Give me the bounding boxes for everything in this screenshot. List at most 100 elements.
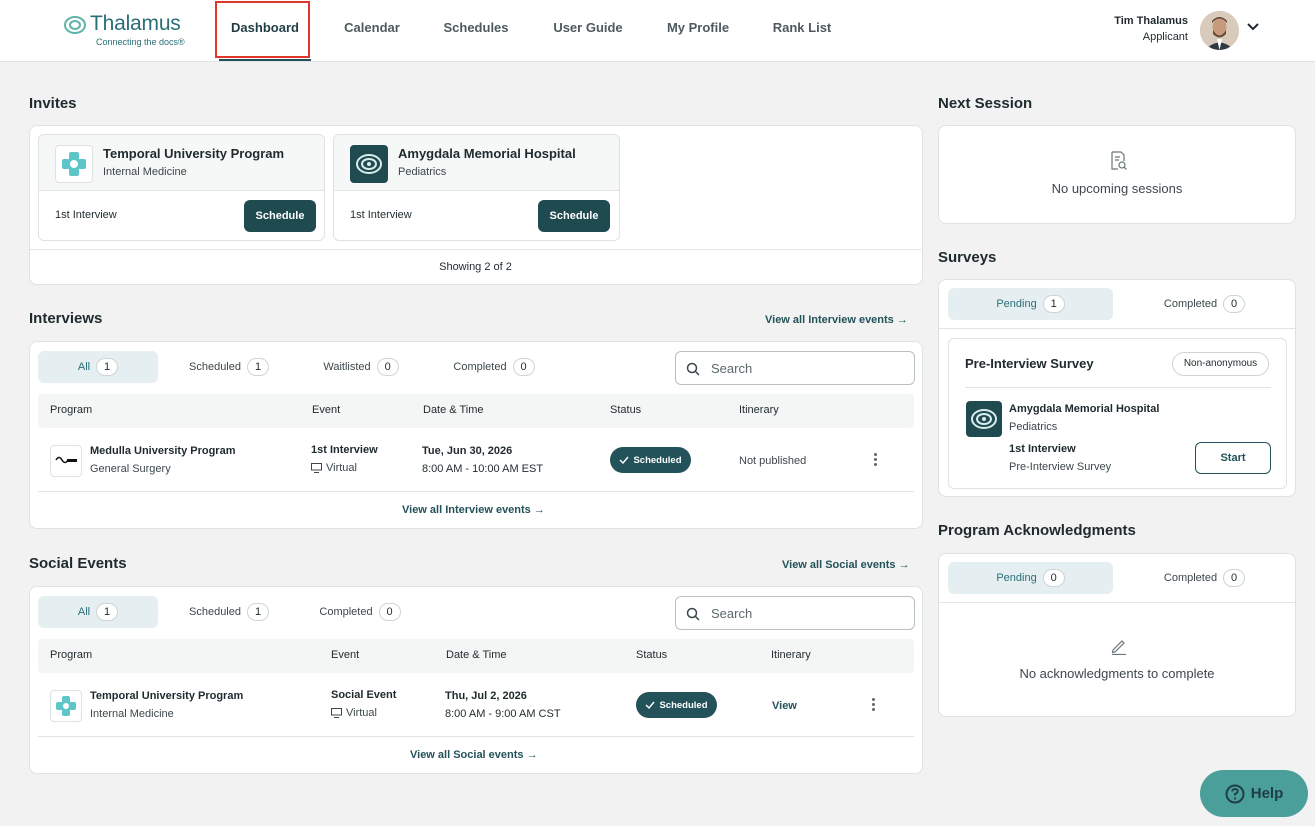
column-date-time: Date & Time bbox=[446, 649, 507, 661]
tab-count: 1 bbox=[96, 358, 119, 376]
thalamus-logo[interactable]: Thalamus Connecting the docs® bbox=[63, 12, 203, 52]
row-time: 8:00 AM - 9:00 AM CST bbox=[445, 708, 561, 720]
tab-count: 0 bbox=[1042, 569, 1065, 587]
chevron-down-icon[interactable] bbox=[1245, 19, 1261, 35]
tab-count: 1 bbox=[247, 603, 269, 621]
column-date-time: Date & Time bbox=[423, 404, 484, 416]
tab-pending[interactable]: Pending 1 bbox=[948, 288, 1113, 320]
schedule-button[interactable]: Schedule bbox=[244, 200, 316, 232]
column-status: Status bbox=[636, 649, 668, 661]
user-role: Applicant bbox=[1142, 31, 1188, 43]
nav-active-underline bbox=[219, 59, 311, 61]
row-specialty: General Surgery bbox=[90, 463, 171, 475]
nav-schedules[interactable]: Schedules bbox=[432, 0, 520, 62]
schedule-button[interactable]: Schedule bbox=[538, 200, 610, 232]
view-all-interviews-link[interactable]: View all Interview events → bbox=[765, 314, 908, 326]
invites-title: Invites bbox=[29, 95, 77, 112]
table-header: Program Event Date & Time Status Itinera… bbox=[38, 639, 914, 673]
tab-label: Scheduled bbox=[189, 361, 241, 373]
survey-name: Pre-Interview Survey bbox=[1009, 461, 1112, 473]
surveys-title: Surveys bbox=[938, 249, 997, 266]
row-itinerary: Not published bbox=[739, 455, 807, 467]
brand-tagline: Connecting the docs® bbox=[96, 37, 185, 47]
row-mode: Virtual bbox=[331, 707, 377, 719]
tab-label: Completed bbox=[319, 606, 373, 618]
column-status: Status bbox=[610, 404, 642, 416]
acknowledgments-card: Pending 0 Completed 0 No acknowledgments… bbox=[938, 553, 1296, 717]
itinerary-view-link[interactable]: View bbox=[772, 700, 797, 712]
tab-completed[interactable]: Completed 0 bbox=[1122, 562, 1287, 594]
tab-count: 1 bbox=[1042, 295, 1065, 313]
tab-all[interactable]: All 1 bbox=[38, 351, 158, 383]
tab-label: Completed bbox=[453, 361, 507, 373]
thalamus-logo-icon bbox=[64, 16, 86, 34]
table-header: Program Event Date & Time Status Itinera… bbox=[38, 394, 914, 428]
help-label: Help bbox=[1250, 785, 1284, 802]
check-icon bbox=[645, 701, 656, 709]
program-logo bbox=[50, 690, 82, 722]
row-divider bbox=[38, 491, 914, 492]
program-logo bbox=[350, 145, 388, 183]
survey-item: Pre-Interview Survey Non-anonymous Amygd… bbox=[948, 338, 1287, 489]
survey-specialty: Pediatrics bbox=[1009, 421, 1058, 433]
row-time: 8:00 AM - 10:00 AM EST bbox=[422, 463, 544, 475]
avatar-image bbox=[1200, 11, 1239, 50]
status-badge: Scheduled bbox=[610, 447, 691, 473]
row-actions-menu-icon[interactable] bbox=[871, 451, 879, 469]
tab-count: 1 bbox=[247, 358, 269, 376]
next-session-title: Next Session bbox=[938, 95, 1033, 112]
check-icon bbox=[619, 456, 630, 464]
view-all-social-bottom-link[interactable]: View all Social events → bbox=[410, 749, 538, 761]
tab-all[interactable]: All 1 bbox=[38, 596, 158, 628]
nav-dashboard[interactable]: Dashboard bbox=[219, 0, 311, 62]
tab-scheduled[interactable]: Scheduled 1 bbox=[174, 351, 284, 383]
view-all-social-link[interactable]: View all Social events → bbox=[782, 559, 910, 571]
medical-cross-icon bbox=[56, 696, 76, 716]
row-program-name: Medulla University Program bbox=[90, 445, 236, 457]
tab-count: 0 bbox=[1223, 569, 1246, 587]
document-search-icon bbox=[1111, 151, 1127, 170]
invites-card: Temporal University Program Internal Med… bbox=[29, 125, 923, 285]
tab-count: 1 bbox=[96, 603, 119, 621]
tab-scheduled[interactable]: Scheduled 1 bbox=[174, 596, 284, 628]
surveys-card: Pending 1 Completed 0 Pre-Interview Surv… bbox=[938, 279, 1296, 497]
nav-user-guide[interactable]: User Guide bbox=[540, 0, 636, 62]
brain-swirl-icon bbox=[971, 409, 997, 429]
column-itinerary: Itinerary bbox=[771, 649, 811, 661]
invite-specialty: Internal Medicine bbox=[103, 166, 187, 178]
nav-my-profile[interactable]: My Profile bbox=[656, 0, 740, 62]
row-actions-menu-icon[interactable] bbox=[869, 696, 877, 714]
social-search-input[interactable]: Search bbox=[675, 596, 915, 630]
tab-label: All bbox=[77, 606, 91, 618]
row-event: Social Event bbox=[331, 689, 397, 701]
tab-waitlisted[interactable]: Waitlisted 0 bbox=[306, 351, 416, 383]
help-button[interactable]: Help bbox=[1200, 770, 1308, 817]
view-all-interviews-bottom-link[interactable]: View all Interview events → bbox=[402, 504, 545, 516]
search-icon bbox=[686, 607, 700, 621]
start-survey-button[interactable]: Start bbox=[1195, 442, 1271, 474]
social-events-card: All 1 Scheduled 1 Completed 0 Search Pro… bbox=[29, 586, 923, 774]
nav-calendar[interactable]: Calendar bbox=[332, 0, 412, 62]
tab-label: Completed bbox=[1163, 298, 1218, 310]
anonymity-chip: Non-anonymous bbox=[1172, 352, 1269, 376]
social-events-title: Social Events bbox=[29, 555, 127, 572]
tab-completed[interactable]: Completed 0 bbox=[300, 596, 420, 628]
tab-count: 0 bbox=[1223, 295, 1246, 313]
row-mode-label: Virtual bbox=[346, 707, 377, 719]
help-question-icon bbox=[1225, 784, 1245, 803]
interviews-search-input[interactable]: Search bbox=[675, 351, 915, 385]
avatar[interactable] bbox=[1200, 11, 1239, 50]
tab-pending[interactable]: Pending 0 bbox=[948, 562, 1113, 594]
nav-rank-list[interactable]: Rank List bbox=[760, 0, 844, 62]
row-mode-label: Virtual bbox=[326, 462, 357, 474]
pencil-icon bbox=[1111, 640, 1126, 655]
program-logo bbox=[55, 145, 93, 183]
acknowledgments-title: Program Acknowledgments bbox=[938, 522, 1136, 539]
tab-completed[interactable]: Completed 0 bbox=[1122, 288, 1287, 320]
row-specialty: Internal Medicine bbox=[90, 708, 174, 720]
search-placeholder: Search bbox=[711, 361, 753, 376]
tab-completed[interactable]: Completed 0 bbox=[434, 351, 554, 383]
tab-label: Pending bbox=[996, 298, 1037, 310]
invite-program-name: Temporal University Program bbox=[103, 146, 285, 161]
invite-card: Temporal University Program Internal Med… bbox=[38, 134, 325, 241]
